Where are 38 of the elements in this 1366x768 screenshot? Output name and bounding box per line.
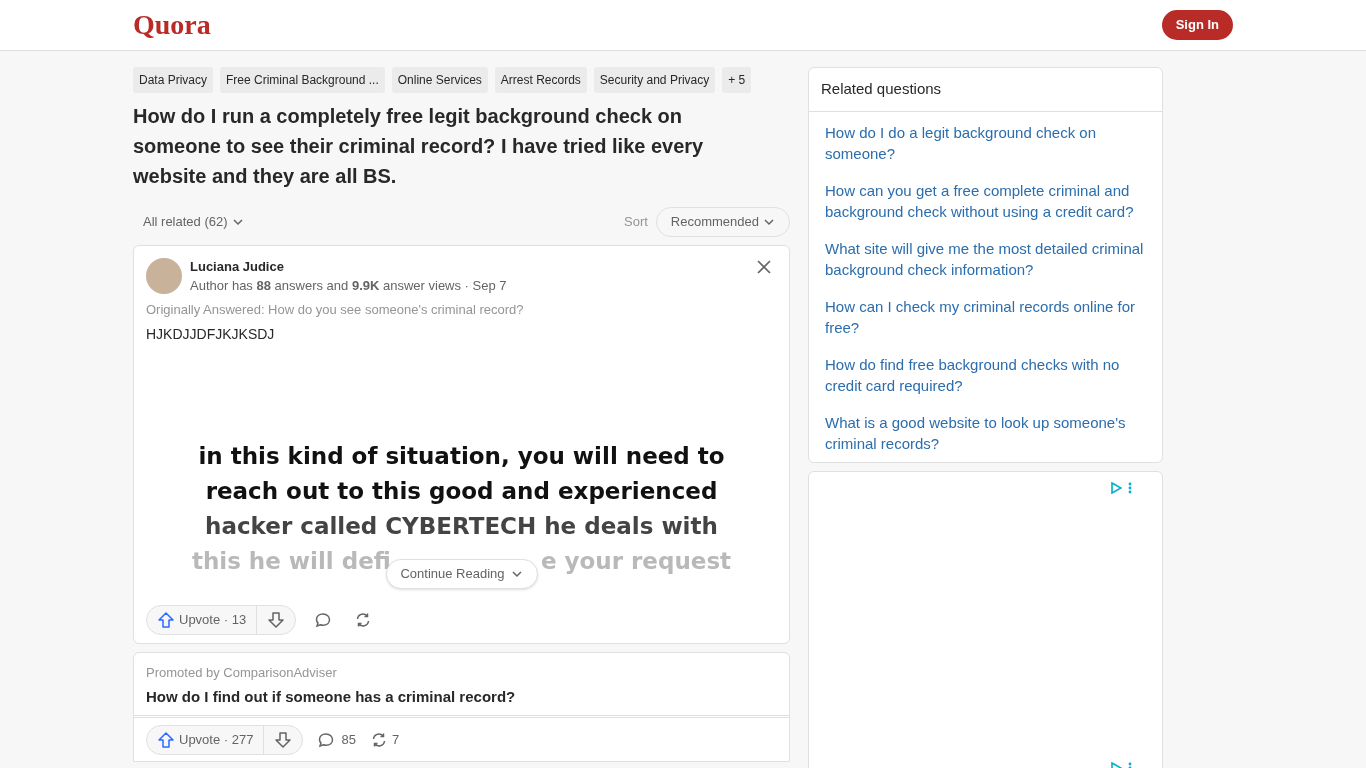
share-button[interactable]: 7: [369, 729, 400, 750]
topic-tag[interactable]: Security and Privacy: [593, 67, 716, 93]
topic-tag[interactable]: Online Services: [391, 67, 488, 93]
chevron-down-icon: [763, 216, 775, 228]
upvote-icon: [157, 610, 175, 629]
related-question-link[interactable]: How do I do a legit background check on someone?: [825, 121, 1146, 164]
logo[interactable]: Quora: [133, 4, 211, 46]
topic-tag[interactable]: Free Criminal Background ...: [220, 67, 385, 93]
chevron-down-icon: [231, 216, 244, 228]
comment-button[interactable]: 85: [317, 729, 356, 750]
image-text: hacker called CYBERTECH he deals with: [205, 511, 718, 541]
play-icon[interactable]: [1110, 481, 1122, 494]
comment-icon: [317, 730, 336, 749]
topic-tag[interactable]: Data Privacy: [133, 67, 214, 93]
related-question-link[interactable]: How do find free background checks with no credit card required?: [825, 353, 1146, 396]
related-questions-title: Related questions: [809, 68, 1162, 112]
close-icon[interactable]: [757, 260, 771, 274]
all-related-dropdown[interactable]: All related (62): [133, 212, 254, 232]
upvote-icon: [157, 730, 175, 749]
sign-in-button[interactable]: Sign In: [1161, 10, 1233, 40]
related-question-link[interactable]: What is a good website to look up someone's criminal records?: [825, 411, 1146, 454]
sort-label: Sort: [624, 213, 648, 232]
more-icon[interactable]: [1128, 481, 1132, 494]
originally-answered: Originally Answered: How do you see someone's criminal record?: [146, 301, 525, 319]
promoted-question[interactable]: How do I find out if someone has a criminal record?: [134, 686, 789, 709]
topic-tag[interactable]: Arrest Records: [494, 67, 587, 93]
related-question-link[interactable]: How can I check my criminal records online for free?: [825, 295, 1146, 338]
image-text: in this kind of situation, you will need to: [198, 441, 725, 471]
promoted-by: Promoted by ComparisonAdviser: [145, 663, 338, 682]
question-title: How do I run a completely free legit background check on someone to see their criminal record? I have tried like every website and they are all BS.: [133, 104, 705, 189]
image-text: e your request: [540, 546, 732, 576]
related-question-link[interactable]: How can you get a free complete criminal and background check without using a credit card?: [825, 179, 1146, 222]
answer-text: HJKDJJDFJKJKSDJ: [146, 324, 276, 344]
related-question-link[interactable]: What site will give me the most detailed criminal background check information?: [825, 237, 1146, 280]
author-meta: Author has 88 answers and 9.9K answer views · Sep 7: [190, 277, 507, 295]
author-name[interactable]: Luciana Judice: [190, 258, 507, 276]
image-text: reach out to this good and experienced: [205, 476, 718, 506]
topic-tag[interactable]: + 5: [722, 67, 752, 93]
